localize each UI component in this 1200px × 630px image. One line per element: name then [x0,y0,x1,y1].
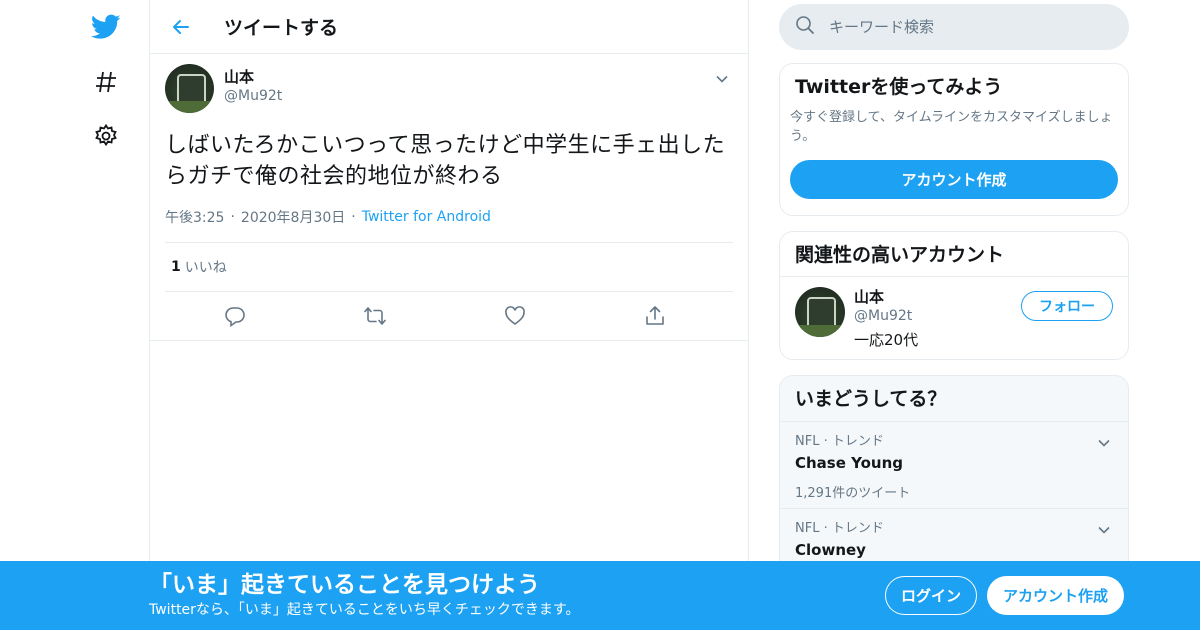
tweet-text: しばいたろかこいつって思ったけど中学生に手ェ出したらガチで俺の社会的地位が終わる [165,133,726,189]
tweet-time[interactable]: 午後3:25 [165,207,224,227]
search-input[interactable] [829,18,1109,36]
chevron-down-icon[interactable] [711,68,733,90]
follow-button[interactable]: フォロー [1021,291,1113,321]
share-icon[interactable] [585,305,725,327]
tweet-metadata: 午後3:25 · 2020年8月30日 · Twitter for Androi… [165,204,733,230]
related-account-item[interactable]: 山本 @Mu92t 一応20代 フォロー [780,277,1128,359]
reply-icon[interactable] [165,305,305,327]
related-user-handle[interactable]: @Mu92t [854,307,918,325]
signup-card-title: Twitterを使ってみよう [795,76,1003,98]
signup-card-description: 今すぐ登録して、タイムラインをカスタマイズしましょう。 [790,110,1113,144]
gear-icon[interactable] [86,116,126,156]
create-account-button[interactable]: アカウント作成 [790,160,1118,199]
tweet-detail: 山本 @Mu92t しばいたろかこいつって思ったけど中学生に手ェ出したらガチで俺… [150,54,748,341]
related-user-name[interactable]: 山本 [854,287,918,307]
page-header: ツイートする [150,0,748,54]
hashtag-icon[interactable] [86,62,126,102]
trend-context: NFL · トレンド [795,521,884,536]
search-bar[interactable] [779,4,1129,50]
related-user-bio: 一応20代 [854,331,919,349]
tweet-actions [165,292,733,340]
related-accounts-card: 関連性の高いアカウント 山本 @Mu92t 一応20代 フォロー [779,231,1129,360]
separator-dot: · [230,209,235,225]
user-name[interactable]: 山本 [224,67,282,87]
user-handle[interactable]: @Mu92t [224,87,282,105]
left-nav [0,0,150,630]
trend-context: NFL · トレンド [795,434,884,449]
likes-label: いいね [184,260,227,276]
trend-name: Chase Young [795,454,904,472]
signup-banner: 「いま」起きていることを見つけよう Twitterなら、「いま」起きていることを… [0,561,1200,630]
tweet-date[interactable]: 2020年8月30日 [241,207,345,227]
page-title: ツイートする [224,17,339,39]
likes-stat[interactable]: 1 いいね [165,242,733,292]
trends-title: いまどうしてる？ [795,388,947,410]
avatar[interactable] [795,287,845,337]
twitter-logo-icon[interactable] [86,7,126,47]
login-button[interactable]: ログイン [885,576,977,615]
trend-item[interactable]: NFL · トレンド Chase Young 1,291件のツイート [780,422,1128,509]
chevron-down-icon[interactable] [1094,520,1114,540]
search-icon [795,15,815,39]
trend-tweet-count: 1,291件のツイート [795,486,911,501]
tweet-source-link[interactable]: Twitter for Android [362,209,491,225]
retweet-icon[interactable] [305,305,445,327]
avatar[interactable] [165,64,214,113]
arrow-left-icon[interactable] [168,14,194,40]
likes-count: 1 [171,259,181,275]
banner-subtitle: Twitterなら、「いま」起きていることをいち早くチェックできます。 [149,602,580,618]
chevron-down-icon[interactable] [1094,433,1114,453]
trend-name: Clowney [795,541,866,559]
related-accounts-title: 関連性の高いアカウント [795,244,1005,266]
like-icon[interactable] [445,305,585,327]
signup-card: Twitterを使ってみよう 今すぐ登録して、タイムラインをカスタマイズしましょ… [779,63,1129,216]
separator-dot: · [351,209,356,225]
main-column: ツイートする 山本 @Mu92t しばいたろかこいつって思ったけど中学生に手ェ出… [149,0,749,630]
banner-title: 「いま」起きていることを見つけよう [149,572,540,598]
banner-create-account-button[interactable]: アカウント作成 [987,576,1124,615]
